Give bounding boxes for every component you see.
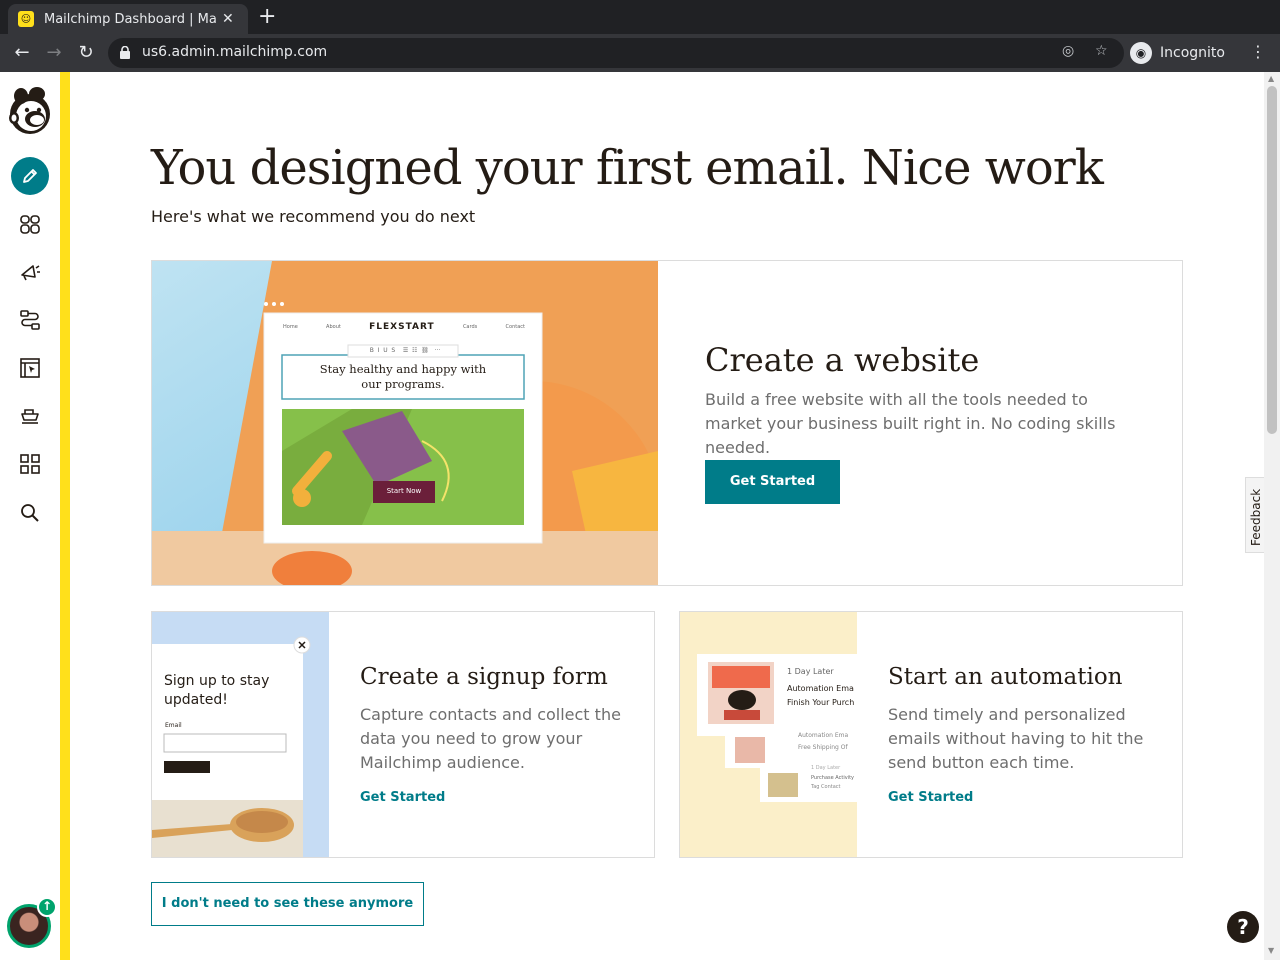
automation-card: 1 Day Later Automation Ema Finish Your P… xyxy=(679,611,1183,858)
back-icon[interactable]: ← xyxy=(10,41,34,65)
preview-nav-item: About xyxy=(326,324,341,330)
card-title: Start an automation xyxy=(888,664,1123,690)
preview-email-title: Automation Ema xyxy=(787,684,854,693)
preview-nav-item: Cards xyxy=(462,324,478,330)
create-website-card: Home About FLEXSTART Cards Contact B I U… xyxy=(151,260,1183,586)
create-button[interactable] xyxy=(11,157,49,195)
preview-email-subject: Finish Your Purch xyxy=(787,698,855,707)
user-avatar[interactable]: ↑ xyxy=(7,897,57,948)
preview-cta: Start Now xyxy=(386,487,422,495)
search-icon[interactable] xyxy=(16,499,44,527)
website-preview-illustration xyxy=(152,261,658,585)
feedback-tab[interactable]: Feedback xyxy=(1245,477,1265,553)
preview-nav: Home About FLEXSTART Cards Contact xyxy=(283,322,525,332)
lock-icon xyxy=(120,46,130,59)
website-get-started-button[interactable]: Get Started xyxy=(705,460,840,504)
address-bar[interactable]: us6.admin.mailchimp.com ◎ ☆ xyxy=(108,38,1124,68)
pencil-icon xyxy=(23,169,37,183)
mailchimp-logo-icon[interactable] xyxy=(7,86,53,136)
dismiss-recommendations-button[interactable]: I don't need to see these anymore xyxy=(151,882,424,926)
page-subtitle: Here's what we recommend you do next xyxy=(151,207,476,226)
preview-third-title: Purchase Activity xyxy=(811,775,854,781)
close-tab-icon[interactable]: ✕ xyxy=(222,11,234,27)
side-navigation: ↑ xyxy=(0,72,60,960)
audience-icon[interactable] xyxy=(16,210,44,238)
page-title: You designed your first email. Nice work xyxy=(151,140,1104,196)
signup-form-card: Sign up to stay updated! Email Create a … xyxy=(151,611,655,858)
card-title: Create a website xyxy=(705,341,980,379)
card-description: Capture contacts and collect the data yo… xyxy=(360,705,621,772)
signup-form-illustration xyxy=(152,612,329,857)
scroll-up-icon[interactable]: ▲ xyxy=(1268,74,1274,83)
preview-second-title: Automation Ema xyxy=(798,732,849,739)
help-button[interactable]: ? xyxy=(1227,911,1259,943)
tab-title: Mailchimp Dashboard | Ma xyxy=(44,11,216,27)
browser-tab[interactable]: ☺ Mailchimp Dashboard | Ma ✕ xyxy=(8,4,248,34)
preview-editor-toolbar: B I U S ☰ ☷ ⛓ ··· xyxy=(369,347,441,354)
incognito-indicator[interactable]: ◉ Incognito xyxy=(1130,40,1225,66)
preview-third-delay: 1 Day Later xyxy=(811,765,841,771)
preview-headline: Stay healthy and happy with our programs… xyxy=(319,362,487,391)
mailchimp-favicon-icon: ☺ xyxy=(18,11,34,27)
tracking-blocked-icon[interactable]: ◎ xyxy=(1062,43,1074,59)
browser-menu-icon[interactable]: ⋮ xyxy=(1250,42,1266,61)
app-viewport: ↑ You designed your first email. Nice wo… xyxy=(0,72,1280,960)
preview-third-subject: Tag Contact xyxy=(811,784,841,790)
preview-brand: FLEXSTART xyxy=(369,322,435,332)
preview-signup-heading: Sign up to stay updated! xyxy=(164,673,270,708)
browser-tab-strip: ☺ Mailchimp Dashboard | Ma ✕ + xyxy=(0,0,1280,34)
preview-nav-item: Contact xyxy=(505,324,525,330)
card-description: Build a free website with all the tools … xyxy=(705,390,1116,457)
forward-icon[interactable]: → xyxy=(42,41,66,65)
feedback-label: Feedback xyxy=(1249,488,1263,546)
bookmark-star-icon[interactable]: ☆ xyxy=(1095,43,1108,59)
upgrade-arrow-icon[interactable]: ↑ xyxy=(37,897,57,917)
page-scrollbar[interactable]: ▲ ▼ xyxy=(1264,72,1280,960)
brand-accent-bar xyxy=(60,72,70,960)
card-description: Send timely and personalized emails with… xyxy=(888,705,1144,772)
card-title: Create a signup form xyxy=(360,664,608,690)
automations-icon[interactable] xyxy=(16,306,44,334)
browser-toolbar: ← → ↻ us6.admin.mailchimp.com ◎ ☆ ◉ Inco… xyxy=(0,34,1280,72)
content-icon[interactable] xyxy=(16,402,44,430)
scroll-thumb[interactable] xyxy=(1267,86,1277,434)
integrations-icon[interactable] xyxy=(16,450,44,478)
preview-delay: 1 Day Later xyxy=(787,667,834,676)
scroll-down-icon[interactable]: ▼ xyxy=(1268,946,1274,955)
preview-nav-item: Home xyxy=(283,324,298,330)
reload-icon[interactable]: ↻ xyxy=(74,41,98,65)
automation-get-started-link[interactable]: Get Started xyxy=(888,790,973,805)
signup-get-started-link[interactable]: Get Started xyxy=(360,790,445,805)
url-text: us6.admin.mailchimp.com xyxy=(142,44,328,60)
website-icon[interactable] xyxy=(16,354,44,382)
preview-second-subject: Free Shipping Of xyxy=(798,744,848,751)
incognito-label: Incognito xyxy=(1160,45,1225,61)
new-tab-icon[interactable]: + xyxy=(258,6,276,28)
campaigns-icon[interactable] xyxy=(16,258,44,286)
preview-email-label: Email xyxy=(165,722,182,729)
incognito-icon: ◉ xyxy=(1130,42,1152,64)
